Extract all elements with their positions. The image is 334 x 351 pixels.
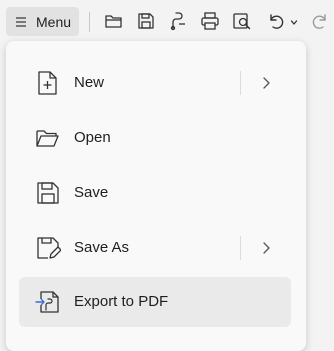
save-icon bbox=[35, 180, 61, 206]
menu-button-label: Menu bbox=[36, 13, 72, 30]
menu-item-save-as[interactable]: Save As bbox=[19, 223, 291, 273]
redo-icon[interactable] bbox=[310, 11, 330, 31]
open-folder-icon bbox=[35, 125, 61, 151]
save-as-icon bbox=[35, 235, 61, 261]
menu-item-label: Open bbox=[74, 129, 111, 146]
undo-dropdown-chevron-icon[interactable] bbox=[290, 15, 298, 27]
save-icon[interactable] bbox=[136, 11, 156, 31]
chevron-right-icon[interactable] bbox=[259, 75, 273, 91]
split-divider bbox=[240, 71, 241, 95]
export-pdf-icon bbox=[35, 289, 61, 315]
menu-item-export-to-pdf[interactable]: Export to PDF bbox=[19, 277, 291, 327]
menu-item-save[interactable]: Save bbox=[19, 168, 291, 218]
new-file-icon bbox=[35, 70, 61, 96]
export-pdf-icon[interactable] bbox=[168, 11, 188, 31]
open-folder-icon[interactable] bbox=[104, 11, 124, 31]
menu-item-open[interactable]: Open bbox=[19, 113, 291, 163]
print-icon[interactable] bbox=[200, 11, 220, 31]
hamburger-icon bbox=[14, 15, 28, 29]
file-menu-panel: New Open Save Save As Export to PDF bbox=[6, 41, 306, 351]
split-divider bbox=[240, 236, 241, 260]
undo-icon[interactable] bbox=[266, 11, 286, 31]
menu-item-new[interactable]: New bbox=[19, 58, 291, 108]
menu-item-label: New bbox=[74, 74, 105, 91]
toolbar: Menu bbox=[0, 0, 334, 42]
toolbar-divider bbox=[89, 12, 90, 32]
chevron-right-icon[interactable] bbox=[259, 240, 273, 256]
menu-item-label: Save bbox=[74, 184, 109, 201]
menu-item-label: Export to PDF bbox=[74, 293, 169, 310]
menu-item-label: Save As bbox=[74, 239, 130, 256]
menu-button[interactable]: Menu bbox=[6, 7, 79, 36]
print-preview-icon[interactable] bbox=[232, 11, 252, 31]
